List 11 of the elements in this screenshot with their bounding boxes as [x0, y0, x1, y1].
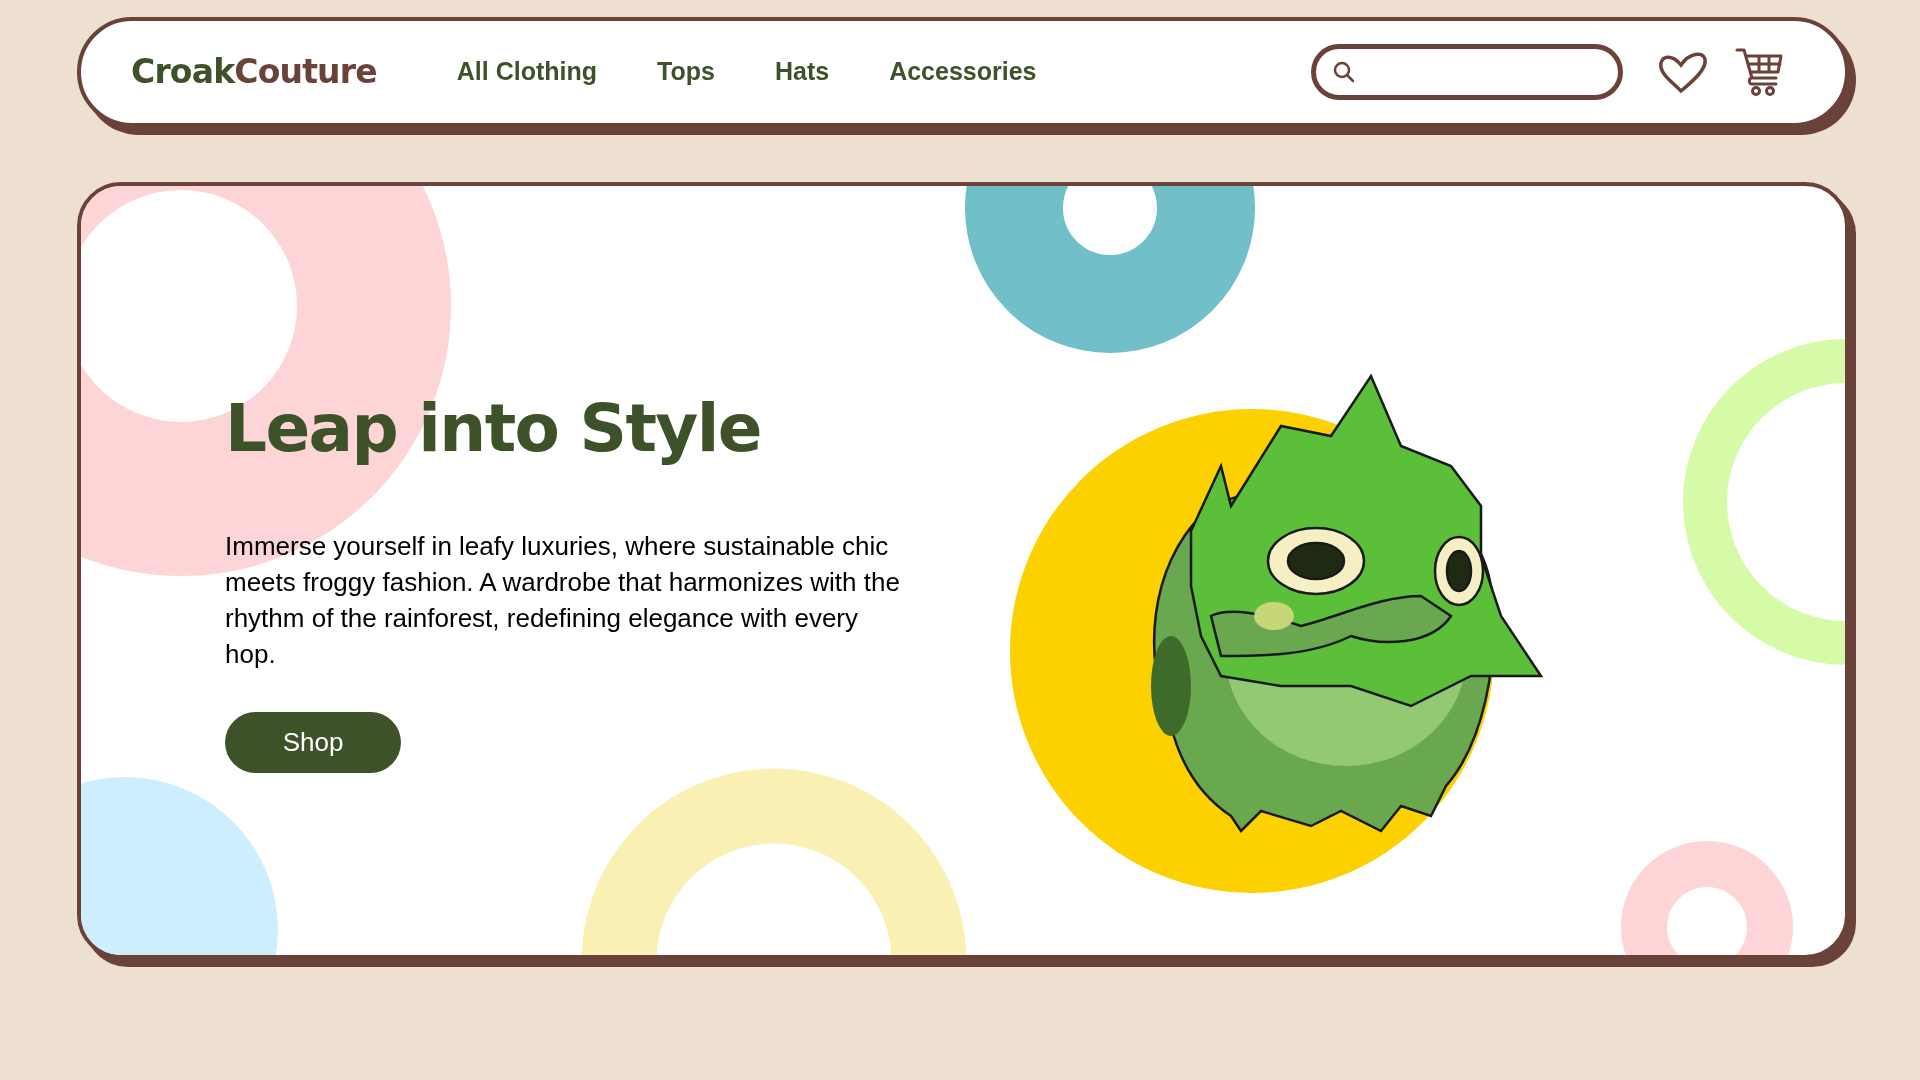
nav-link[interactable]: Hats — [774, 53, 830, 91]
heart-icon[interactable] — [1657, 49, 1709, 95]
logo[interactable]: CroakCouture — [131, 47, 377, 97]
nav-link[interactable]: Accessories — [889, 53, 1037, 91]
nav-link[interactable]: All Clothing — [456, 53, 598, 91]
search-icon — [1332, 60, 1356, 84]
hero-description: Immerse yourself in leafy luxuries, where sustainable chic meets froggy fashion. A wardrobe that harmonizes with the rhythm of the rainforest, redefining elegance with every hop. — [225, 530, 901, 671]
shop-button[interactable]: Shop — [225, 712, 401, 773]
nav-link[interactable]: Tops — [657, 53, 715, 91]
cart-icon[interactable] — [1735, 46, 1785, 98]
search-field[interactable] — [1311, 44, 1623, 100]
